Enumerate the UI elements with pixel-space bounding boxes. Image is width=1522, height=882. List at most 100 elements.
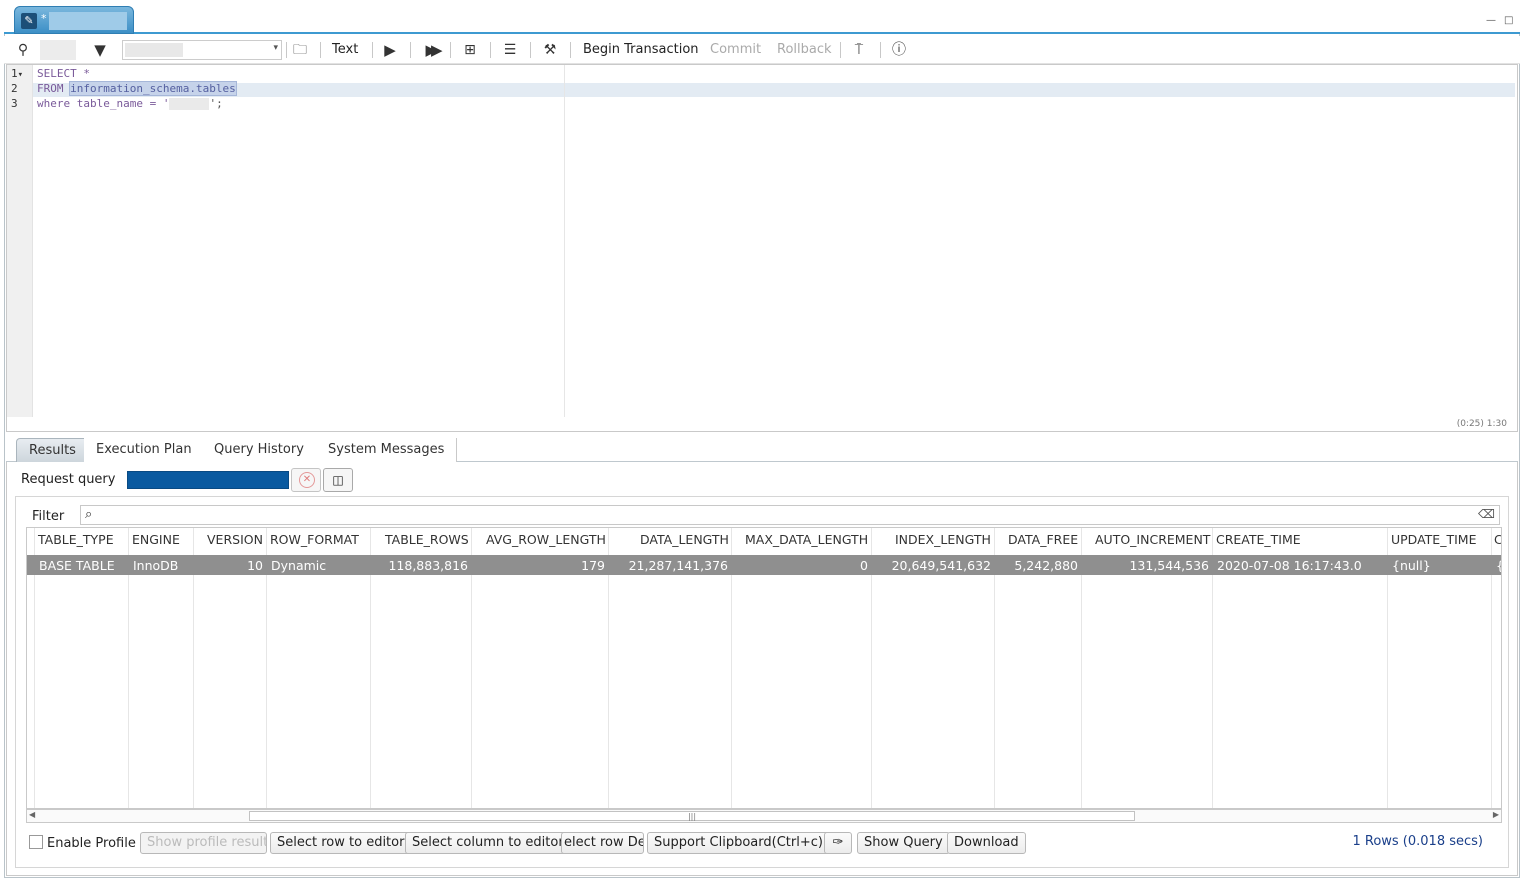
line-number: 2	[11, 82, 18, 95]
modified-marker: *	[41, 12, 47, 25]
scroll-right-icon[interactable]: ▶	[1493, 810, 1499, 819]
line-number-gutter: 1▾ 2 3	[7, 65, 33, 417]
table-row[interactable]: BASE TABLE InnoDB 10 Dynamic 118,883,816…	[27, 555, 1501, 575]
code-line: where table_name = ' ';	[37, 97, 223, 110]
enable-profile-label: Enable Profile	[47, 836, 136, 851]
result-grid-box: Filter ⌕ ⌫ TABLE_TYPE ENGINE VERSION ROW…	[15, 496, 1509, 868]
tab-query-history[interactable]: Query History	[202, 438, 317, 462]
table-cell[interactable]: {	[1496, 558, 1501, 573]
toolbar-separator	[530, 42, 531, 58]
table-cell[interactable]: 20,649,541,632	[892, 558, 991, 573]
schema-select[interactable]: ▾	[122, 40, 282, 60]
text-mode-button[interactable]: Text	[332, 41, 358, 59]
column-header[interactable]: AVG_ROW_LENGTH	[486, 532, 606, 547]
support-clipboard-button[interactable]: Support Clipboard(Ctrl+c)	[647, 832, 830, 854]
toolbar-separator	[840, 42, 841, 58]
connect-plug-icon[interactable]: ⚲	[14, 40, 32, 60]
table-cell[interactable]: 5,242,880	[1014, 558, 1078, 573]
line-number: 1▾	[11, 67, 24, 80]
current-line-highlight	[33, 83, 1515, 97]
sql-editor[interactable]: 1▾ 2 3 SELECT * FROM information_schema.…	[6, 64, 1518, 432]
cancel-query-button[interactable]: ✕	[291, 468, 321, 492]
table-cell[interactable]: {null}	[1392, 558, 1431, 573]
table-cell[interactable]: 0	[860, 558, 868, 573]
table-cell[interactable]: 10	[247, 558, 263, 573]
execute-all-icon[interactable]: ▶▶	[420, 40, 442, 60]
column-header[interactable]: VERSION	[207, 532, 263, 547]
print-margin	[564, 65, 565, 417]
pin-icon[interactable]: ✑	[824, 832, 852, 854]
toggle-layout-button[interactable]: ◫	[323, 468, 353, 492]
table-cell[interactable]: 2020-07-08 16:17:43.0	[1217, 558, 1362, 573]
toolbar-separator	[410, 42, 411, 58]
toolbar-separator	[320, 42, 321, 58]
table-cell[interactable]: 131,544,536	[1129, 558, 1209, 573]
cancel-icon: ✕	[299, 472, 315, 488]
editor-tab[interactable]: ✎ *	[14, 6, 134, 34]
select-row-to-editor-button[interactable]: Select row to editor	[270, 832, 412, 854]
minimize-icon[interactable]: —	[1486, 16, 1496, 26]
scroll-left-icon[interactable]: ◀	[29, 810, 35, 819]
begin-transaction-button[interactable]: Begin Transaction	[583, 41, 699, 59]
toolbar-separator	[450, 42, 451, 58]
tab-execution-plan[interactable]: Execution Plan	[84, 438, 205, 462]
table-cell[interactable]: BASE TABLE	[39, 558, 115, 573]
result-grid: TABLE_TYPE ENGINE VERSION ROW_FORMAT TAB…	[26, 527, 1502, 809]
results-panel: Request query ✕ ◫ Filter ⌕ ⌫ TABLE_TYPE …	[6, 462, 1518, 876]
transaction-status-icon[interactable]: ⍑	[850, 40, 868, 60]
table-cell[interactable]: InnoDB	[133, 558, 178, 573]
download-button[interactable]: Download	[947, 832, 1026, 854]
toolbar-separator	[490, 42, 491, 58]
datasource-redacted	[40, 40, 76, 60]
horizontal-scrollbar[interactable]: ◀ ||| ▶	[26, 809, 1502, 823]
table-cell[interactable]: 21,287,141,376	[629, 558, 728, 573]
filter-dropdown-icon[interactable]: ▼	[90, 40, 110, 60]
show-query-button[interactable]: Show Query	[857, 832, 950, 854]
selected-text: information_schema.tables	[69, 81, 237, 96]
enable-profile-checkbox[interactable]: Enable Profile	[29, 835, 136, 851]
column-header[interactable]: UPDATE_TIME	[1391, 532, 1476, 547]
scrollbar-thumb[interactable]: |||	[249, 811, 1135, 821]
table-cell[interactable]: Dynamic	[271, 558, 326, 573]
tab-system-messages[interactable]: System Messages	[316, 438, 458, 462]
commit-button[interactable]: Commit	[710, 41, 761, 59]
column-header[interactable]: ROW_FORMAT	[270, 532, 359, 547]
column-header[interactable]: C	[1494, 532, 1501, 547]
filter-label: Filter	[32, 509, 65, 524]
show-profile-result-button[interactable]: Show profile result	[140, 832, 267, 854]
column-header[interactable]: DATA_LENGTH	[640, 532, 729, 547]
column-header[interactable]: MAX_DATA_LENGTH	[745, 532, 868, 547]
tab-results[interactable]: Results	[16, 438, 89, 462]
explain-plan-icon[interactable]: ⊞	[460, 40, 480, 60]
select-column-to-editor-button[interactable]: Select column to editor	[405, 832, 571, 854]
table-cell[interactable]: 118,883,816	[388, 558, 468, 573]
column-header[interactable]: DATA_FREE	[1008, 532, 1078, 547]
column-header[interactable]: TABLE_TYPE	[38, 532, 114, 547]
format-sql-icon[interactable]: ☰	[500, 40, 520, 60]
code-line: FROM information_schema.tables	[37, 81, 237, 96]
column-header[interactable]: ENGINE	[132, 532, 180, 547]
toolbar-separator	[880, 42, 881, 58]
table-cell[interactable]: 179	[581, 558, 605, 573]
column-header[interactable]: TABLE_ROWS	[385, 532, 469, 547]
filter-input[interactable]: ⌕ ⌫	[80, 505, 1500, 525]
tab-strip: ✎ * — □	[4, 6, 1520, 34]
cursor-position: (0:25) 1:30	[1456, 419, 1507, 429]
column-header[interactable]: INDEX_LENGTH	[895, 532, 991, 547]
rollback-button[interactable]: Rollback	[777, 41, 832, 59]
checkbox-icon[interactable]	[29, 835, 43, 849]
clear-filter-icon[interactable]: ⌫	[1478, 507, 1495, 521]
column-header[interactable]: AUTO_INCREMENT	[1095, 532, 1210, 547]
column-header[interactable]: CREATE_TIME	[1216, 532, 1301, 547]
toolbar-separator	[372, 42, 373, 58]
toolbar-separator	[570, 42, 571, 58]
schema-select-value-redacted	[125, 43, 183, 57]
execute-icon[interactable]: ▶	[382, 40, 398, 60]
help-icon[interactable]: ⓘ	[890, 40, 908, 60]
table-name-redacted	[169, 98, 210, 110]
tab-title-redacted	[49, 12, 127, 30]
open-folder-icon[interactable]: 🗀	[290, 40, 310, 60]
select-row-detail-button[interactable]: elect row Deta	[561, 832, 644, 854]
maximize-icon[interactable]: □	[1504, 16, 1514, 26]
hammer-icon[interactable]: ⚒	[540, 40, 560, 60]
